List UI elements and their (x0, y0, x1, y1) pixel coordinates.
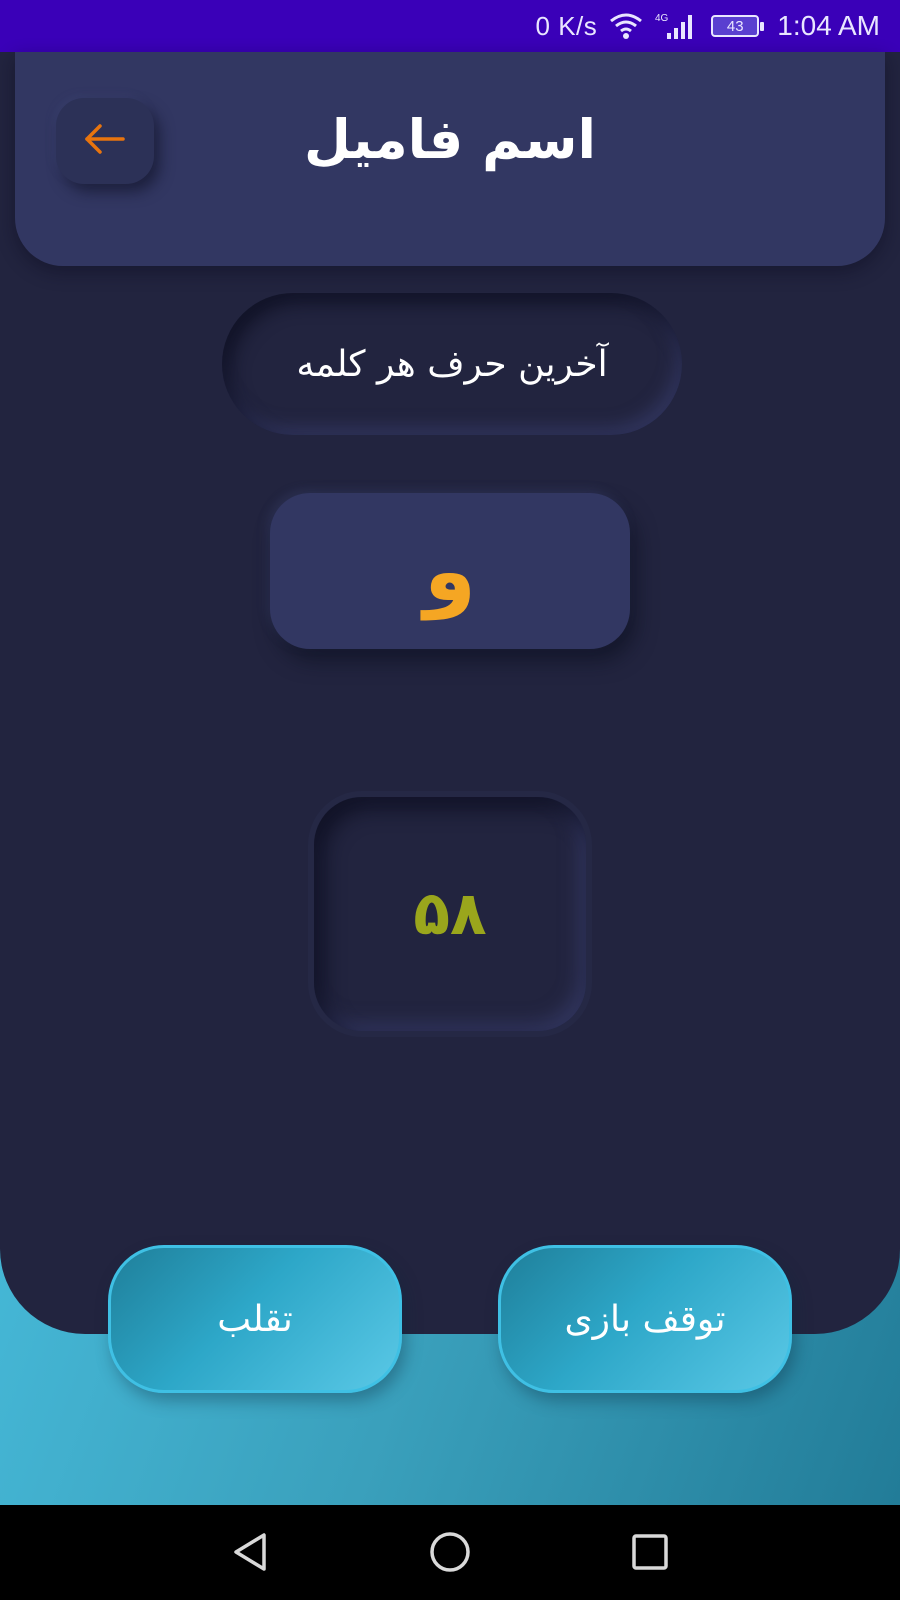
arrow-left-icon (83, 122, 127, 160)
home-circle-icon[interactable] (425, 1527, 475, 1577)
recent-square-icon[interactable] (625, 1527, 675, 1577)
signal-icon: 4G (655, 11, 699, 41)
battery-level: 43 (726, 17, 744, 35)
timer-box: ۵۸ (314, 797, 586, 1031)
game-mode-label: آخرین حرف هر کلمه (296, 343, 608, 385)
status-bar: 0 K/s 4G 43 1:04 AM (0, 0, 900, 52)
current-letter: و (423, 522, 477, 620)
back-triangle-icon[interactable] (225, 1527, 275, 1577)
battery-icon: 43 (711, 15, 765, 37)
timer-value: ۵۸ (413, 879, 487, 949)
network-speed: 0 K/s (535, 10, 598, 41)
navigation-bar (0, 1505, 900, 1600)
cheat-button[interactable]: تقلب (108, 1245, 402, 1393)
game-mode-pill: آخرین حرف هر کلمه (222, 293, 682, 435)
page-title: اسم فامیل (303, 108, 597, 171)
current-letter-card: و (270, 493, 630, 649)
stop-game-button[interactable]: توقف بازی (498, 1245, 792, 1393)
clock: 1:04 AM (777, 10, 880, 41)
network-type-label: 4G (655, 13, 669, 24)
back-button[interactable] (56, 98, 154, 184)
app-screen: 0 K/s 4G 43 1:04 AM اسم فامیل آخرین حرف … (0, 0, 900, 1600)
wifi-icon (609, 12, 643, 40)
